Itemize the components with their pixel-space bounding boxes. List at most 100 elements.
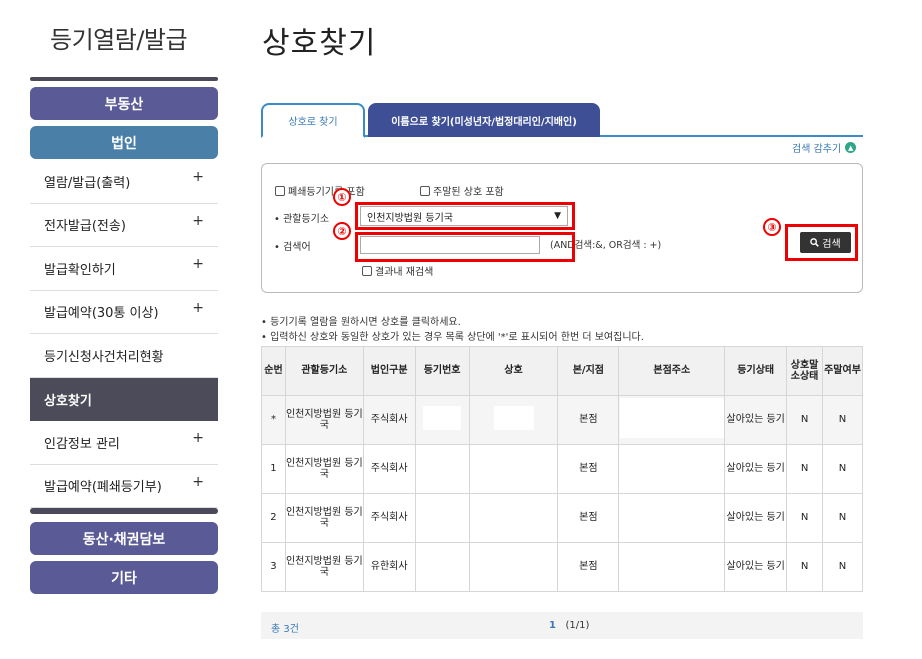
research-within-checkbox[interactable]: 결과내 재검색 xyxy=(362,263,433,278)
plus-icon: + xyxy=(192,169,204,186)
header-no: 순번 xyxy=(261,346,286,396)
redacted-block xyxy=(493,406,534,431)
cell-no: 1 xyxy=(261,444,286,494)
cell-address xyxy=(618,542,726,592)
sidebar-item-label: 전자발급(전송) xyxy=(44,219,126,235)
cell-reg-no xyxy=(414,493,470,543)
cell-address xyxy=(618,444,726,494)
table-row[interactable]: 1 인천지방법원 등기국 주식회사 본점 살아있는 등기 N N xyxy=(261,444,863,494)
cell-branch: 본점 xyxy=(557,493,620,543)
plus-icon: + xyxy=(192,256,204,273)
sidebar-divider xyxy=(30,508,218,514)
annotation-box-search xyxy=(785,224,858,261)
total-count: 총 3건 xyxy=(271,624,299,635)
cell-registry: 인천지방법원 등기국 xyxy=(284,395,364,445)
cell-trade-name[interactable] xyxy=(468,542,559,592)
include-closed-checkbox[interactable]: 폐쇄등기기록 포함 xyxy=(275,183,365,198)
cell-no: 3 xyxy=(261,542,286,592)
cell-branch: 본점 xyxy=(557,542,620,592)
sidebar-category-movable[interactable]: 동산·채권담보 xyxy=(30,522,218,555)
chevron-up-icon: ▲ xyxy=(845,142,857,153)
cell-registry: 인천지방법원 등기국 xyxy=(284,493,364,543)
sidebar-item-label: 열람/발급(출력) xyxy=(44,175,131,191)
collapse-search-link[interactable]: 검색 감추기 ▲ xyxy=(792,140,857,155)
checkbox-icon xyxy=(420,185,430,196)
cell-name-cancel: N xyxy=(786,395,824,445)
table-row[interactable]: 3 인천지방법원 등기국 유한회사 본점 살아있는 등기 N N xyxy=(261,542,863,592)
cell-status: 살아있는 등기 xyxy=(724,395,788,445)
cell-corp-type: 유한회사 xyxy=(362,542,416,592)
annotation-box-keyword xyxy=(355,232,575,262)
tab-trade-name[interactable]: 상호로 찾기 xyxy=(261,103,365,138)
cell-address xyxy=(618,493,726,543)
plus-icon: + xyxy=(192,212,204,229)
checkbox-label: 폐쇄등기기록 포함 xyxy=(288,187,365,198)
annotation-box-registry xyxy=(355,202,575,230)
sidebar-item-issue-reservation[interactable]: 발급예약(30통 이상) + xyxy=(30,291,218,334)
cell-no: * xyxy=(261,395,286,445)
table-row[interactable]: * 인천지방법원 등기국 주식회사 본점 살아있는 등기 N N xyxy=(261,395,863,445)
sidebar-title: 등기열람/발급 xyxy=(50,26,188,54)
collapse-label: 검색 감추기 xyxy=(792,144,842,155)
plus-icon: + xyxy=(192,299,204,316)
sidebar-item-case-status[interactable]: 등기신청사건처리현황 xyxy=(30,334,218,378)
cell-trade-name[interactable] xyxy=(468,444,559,494)
header-dormant: 주말여부 xyxy=(822,346,863,396)
sidebar-item-view-issue[interactable]: 열람/발급(출력) + xyxy=(30,160,218,204)
header-registry: 관할등기소 xyxy=(284,346,364,396)
annotation-marker-3: ③ xyxy=(763,218,781,236)
redacted-block xyxy=(619,398,724,439)
sidebar-item-closed-reservation[interactable]: 발급예약(폐쇄등기부) + xyxy=(30,465,218,508)
sidebar-item-label: 인감정보 관리 xyxy=(44,436,120,452)
annotation-marker-1: ① xyxy=(333,188,351,206)
cell-reg-no xyxy=(414,444,470,494)
sidebar-divider xyxy=(30,77,218,81)
cell-status: 살아있는 등기 xyxy=(724,444,788,494)
cell-dormant: N xyxy=(822,395,863,445)
table-row[interactable]: 2 인천지방법원 등기국 주식회사 본점 살아있는 등기 N N xyxy=(261,493,863,543)
cell-dormant: N xyxy=(822,542,863,592)
cell-registry: 인천지방법원 등기국 xyxy=(284,542,364,592)
page-title: 상호찾기 xyxy=(262,26,377,61)
header-branch: 본/지점 xyxy=(557,346,620,396)
checkbox-icon xyxy=(362,265,372,276)
sidebar-item-trade-name-search[interactable]: 상호찾기 xyxy=(30,377,218,421)
cell-corp-type: 주식회사 xyxy=(362,444,416,494)
cell-trade-name[interactable] xyxy=(468,493,559,543)
cell-name-cancel: N xyxy=(786,444,824,494)
redacted-block xyxy=(423,406,462,431)
sidebar-item-seal-info[interactable]: 인감정보 관리 + xyxy=(30,421,218,465)
cell-registry: 인천지방법원 등기국 xyxy=(284,444,364,494)
registry-label: • 관할등기소 xyxy=(274,214,330,225)
header-name-cancel: 상호말소상태 xyxy=(786,346,824,396)
cell-no: 2 xyxy=(261,493,286,543)
include-dormant-checkbox[interactable]: 주말된 상호 포함 xyxy=(420,183,504,198)
cell-branch: 본점 xyxy=(557,444,620,494)
sidebar-item-e-issue[interactable]: 전자발급(전송) + xyxy=(30,204,218,247)
page-link-current[interactable]: 1 xyxy=(549,620,556,631)
sidebar-category-etc[interactable]: 기타 xyxy=(30,561,218,594)
cell-reg-no xyxy=(414,395,470,445)
checkbox-icon xyxy=(275,185,285,196)
sidebar-category-real-estate[interactable]: 부동산 xyxy=(30,87,218,120)
cell-dormant: N xyxy=(822,444,863,494)
cell-trade-name[interactable] xyxy=(468,395,559,445)
sidebar-item-verify-issue[interactable]: 발급확인하기 + xyxy=(30,247,218,291)
cell-corp-type: 주식회사 xyxy=(362,395,416,445)
cell-corp-type: 주식회사 xyxy=(362,493,416,543)
checkbox-label: 결과내 재검색 xyxy=(375,267,434,278)
header-address: 본점주소 xyxy=(618,346,726,396)
header-corp-type: 법인구분 xyxy=(362,346,416,396)
sidebar-category-corporation[interactable]: 법인 xyxy=(30,126,218,159)
plus-icon: + xyxy=(192,473,204,490)
tab-person-name[interactable]: 이름으로 찾기(미성년자/법정대리인/지배인) xyxy=(368,103,600,137)
cell-branch: 본점 xyxy=(557,395,620,445)
keyword-label: • 검색어 xyxy=(274,242,311,253)
note-item: • 입력하신 상호와 동일한 상호가 있는 경우 목록 상단에 '*'로 표시되… xyxy=(261,332,644,343)
cell-dormant: N xyxy=(822,493,863,543)
results-table: 순번 관할등기소 법인구분 등기번호 상호 본/지점 본점주소 등기상태 상호말… xyxy=(261,346,863,592)
table-header-row: 순번 관할등기소 법인구분 등기번호 상호 본/지점 본점주소 등기상태 상호말… xyxy=(261,346,863,396)
header-status: 등기상태 xyxy=(724,346,788,396)
cell-status: 살아있는 등기 xyxy=(724,542,788,592)
results-footer: 총 3건 1 (1/1) xyxy=(261,612,863,639)
